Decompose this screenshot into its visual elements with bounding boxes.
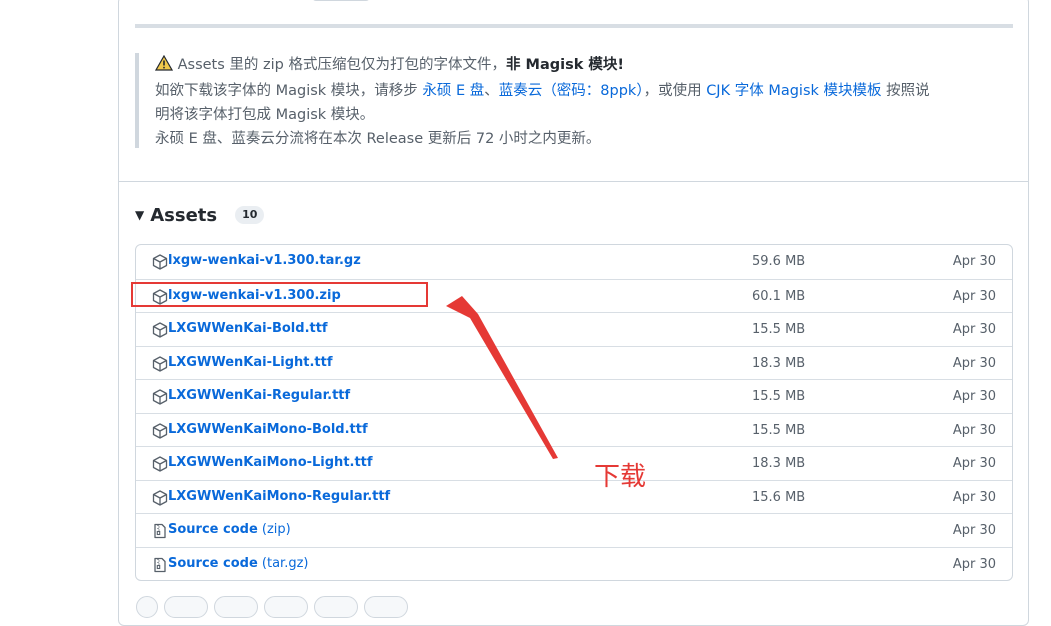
annotation-arrow	[446, 296, 558, 459]
reaction-button[interactable]	[364, 596, 408, 618]
arrow-shape	[446, 296, 558, 459]
reaction-button[interactable]	[264, 596, 308, 618]
add-reaction-button[interactable]	[136, 596, 158, 618]
annotation-text: 下载	[594, 462, 647, 492]
reactions-bar	[136, 596, 408, 618]
reaction-button[interactable]	[164, 596, 208, 618]
reaction-button[interactable]	[314, 596, 358, 618]
reaction-button[interactable]	[214, 596, 258, 618]
